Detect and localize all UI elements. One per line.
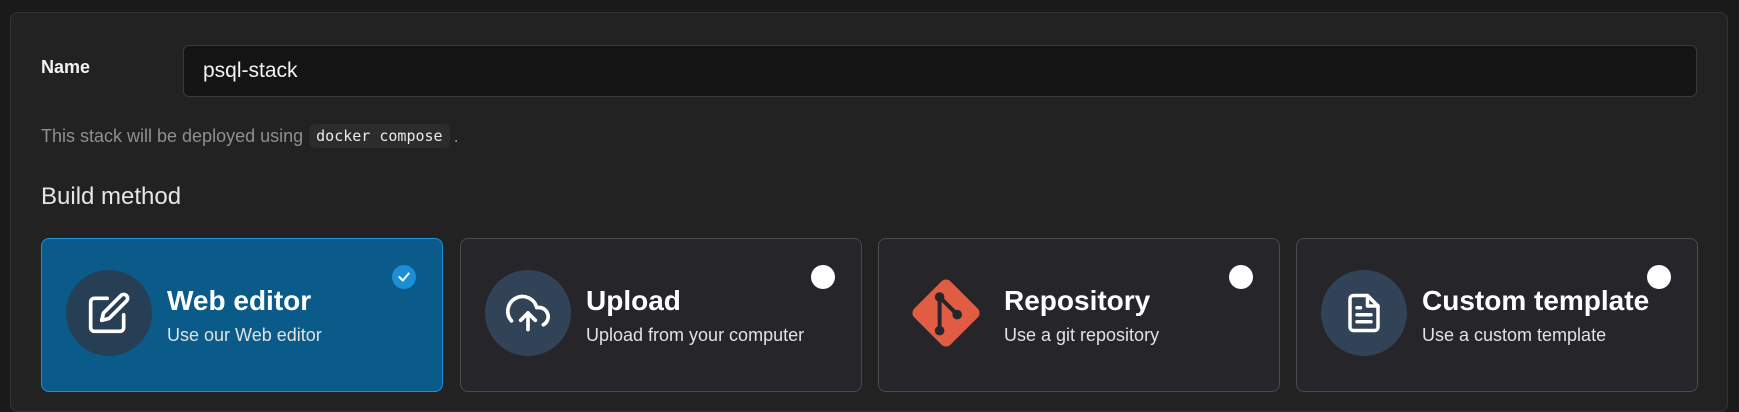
option-title: Web editor	[167, 285, 312, 316]
radio-button[interactable]	[1229, 265, 1253, 289]
build-option-custom-template[interactable]: Custom template Use a custom template	[1296, 238, 1698, 392]
deploy-hint-suffix: .	[453, 125, 459, 146]
deploy-hint-text: This stack will be deployed using	[41, 125, 304, 146]
selected-check-icon	[392, 265, 416, 289]
file-text-icon	[1321, 270, 1407, 356]
name-input[interactable]	[183, 45, 1697, 97]
build-option-web-editor[interactable]: Web editor Use our Web editor	[41, 238, 443, 392]
option-title: Custom template	[1422, 285, 1650, 316]
option-subtitle: Upload from your computer	[586, 325, 805, 345]
option-title: Upload	[586, 285, 681, 316]
build-method-title: Build method	[41, 183, 182, 210]
name-label: Name	[41, 57, 91, 77]
option-subtitle: Use a custom template	[1422, 325, 1607, 345]
build-option-repository[interactable]: Repository Use a git repository	[878, 238, 1280, 392]
option-subtitle: Use our Web editor	[167, 325, 322, 345]
git-icon	[903, 270, 989, 356]
radio-button[interactable]	[811, 265, 835, 289]
deploy-hint-code: docker compose	[309, 124, 450, 148]
edit-icon	[66, 270, 152, 356]
option-title: Repository	[1004, 285, 1151, 316]
option-subtitle: Use a git repository	[1004, 325, 1160, 345]
cloud-upload-icon	[485, 270, 571, 356]
deploy-hint: This stack will be deployed using docker…	[41, 124, 459, 148]
radio-button[interactable]	[1647, 265, 1671, 289]
build-option-upload[interactable]: Upload Upload from your computer	[460, 238, 862, 392]
